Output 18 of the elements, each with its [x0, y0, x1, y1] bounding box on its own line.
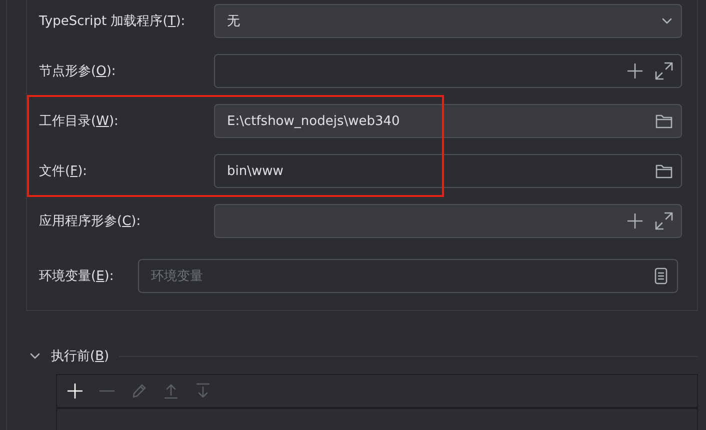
section-title: 执行前(B): [51, 348, 110, 365]
folder-icon[interactable]: [655, 162, 673, 180]
input-field[interactable]: [214, 204, 682, 238]
input-field[interactable]: E:\ctfshow_nodejs\web340: [214, 104, 682, 138]
folder-icon[interactable]: [655, 112, 673, 130]
field-label: 应用程序形参(C):: [39, 213, 142, 230]
field-label: 节点形参(O):: [39, 63, 117, 80]
dropdown[interactable]: 无: [214, 4, 682, 38]
expand-icon[interactable]: [655, 62, 673, 80]
field-label: 工作目录(W):: [39, 113, 120, 130]
field-label: 环境变量(E):: [39, 268, 115, 285]
add-icon[interactable]: [627, 63, 643, 79]
input-field[interactable]: bin\www: [214, 154, 682, 188]
input-field[interactable]: [214, 54, 682, 88]
document-icon[interactable]: [653, 267, 669, 285]
field-label: 文件(F):: [39, 163, 88, 180]
field-label: TypeScript 加载程序(T):: [39, 13, 186, 30]
expand-icon[interactable]: [655, 212, 673, 230]
